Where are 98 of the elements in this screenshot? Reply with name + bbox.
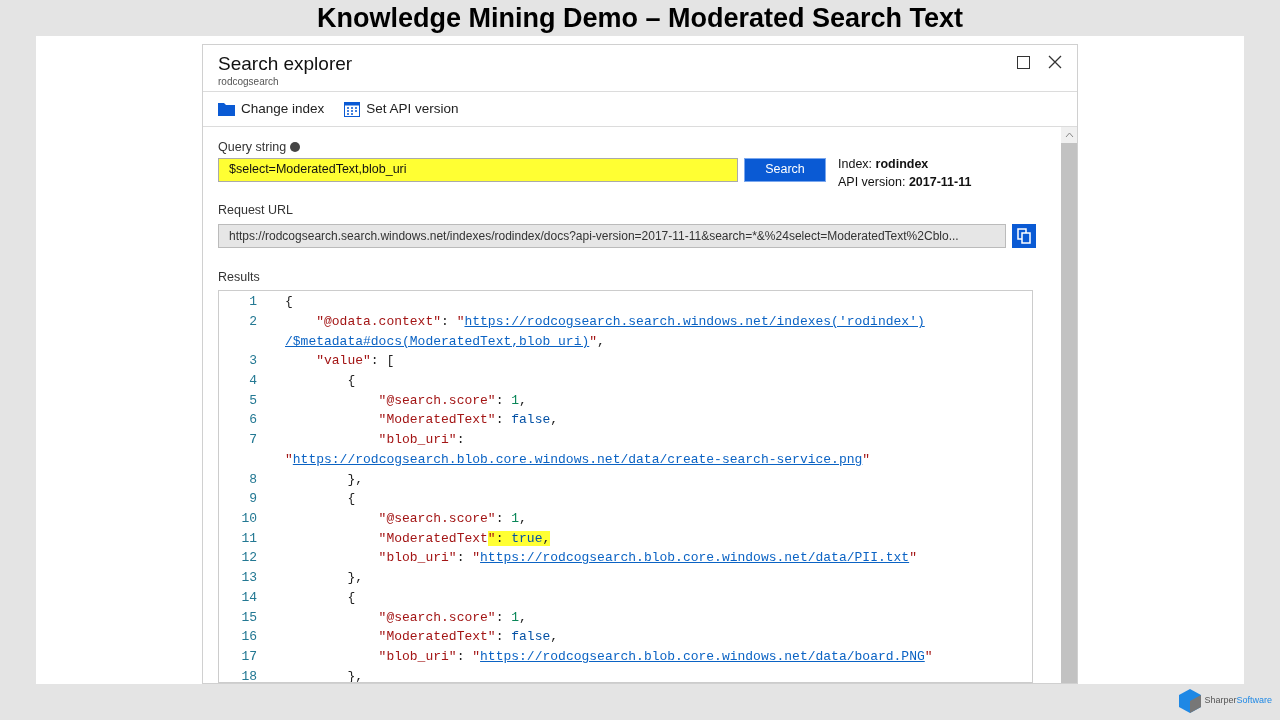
copy-button[interactable] bbox=[1012, 223, 1036, 248]
request-url-label: Request URL bbox=[218, 201, 295, 219]
code-text: : bbox=[495, 609, 505, 625]
code-text: : bbox=[456, 432, 465, 448]
scroll-up-icon[interactable] bbox=[1064, 132, 1074, 138]
brand-text: Sharper bbox=[1204, 694, 1237, 708]
string-quote: " bbox=[909, 550, 917, 566]
slide-title: Knowledge Mining Demo – Moderated Search Text bbox=[316, 1, 964, 35]
string-quote: " bbox=[456, 313, 465, 329]
line-number: 6 bbox=[249, 411, 257, 430]
calendar-icon bbox=[344, 101, 361, 117]
search-button[interactable]: Search bbox=[744, 157, 826, 182]
json-key: "ModeratedText" bbox=[285, 629, 496, 645]
query-string-label: Query string bbox=[218, 139, 287, 156]
line-number: 15 bbox=[241, 608, 257, 627]
code-text: , bbox=[597, 333, 605, 349]
index-info-text: API version: 2017-11-11 bbox=[838, 173, 972, 191]
line-number: 12 bbox=[241, 549, 257, 568]
info-icon bbox=[290, 142, 301, 153]
code-text: { bbox=[346, 491, 356, 507]
number-value: 1 bbox=[511, 511, 520, 526]
boolean-value: false bbox=[511, 629, 551, 645]
toolbar-button[interactable]: Change index bbox=[218, 98, 325, 120]
boolean-value: false bbox=[511, 412, 551, 428]
line-number: 1 bbox=[249, 293, 257, 312]
line-number: 2 bbox=[249, 312, 257, 331]
code-text: : bbox=[441, 313, 450, 329]
json-key: "@search.score" bbox=[285, 511, 496, 526]
json-key: "blob_uri" bbox=[285, 550, 457, 566]
line-number: 9 bbox=[249, 490, 257, 509]
code-text: : bbox=[495, 511, 505, 526]
number-value: 1 bbox=[511, 392, 520, 408]
json-key: "value" bbox=[285, 353, 371, 369]
string-quote: " bbox=[285, 451, 293, 467]
boolean-value: true bbox=[511, 530, 543, 546]
json-key: "blob_uri" bbox=[285, 432, 457, 448]
json-key: " bbox=[487, 530, 496, 546]
line-number: 7 bbox=[249, 431, 257, 450]
line-number: 16 bbox=[241, 628, 257, 647]
code-text: , bbox=[550, 412, 559, 428]
brand-text: Software bbox=[1236, 694, 1272, 708]
line-number: 11 bbox=[241, 529, 257, 548]
index-info-text: Index: rodindex bbox=[838, 155, 930, 173]
json-key: "@search.score" bbox=[285, 392, 496, 408]
code-text: , bbox=[519, 609, 527, 625]
json-key: "blob_uri" bbox=[285, 648, 457, 664]
code-link[interactable]: https://rodcogsearch.blob.core.windows.net/data/create-search-service.png bbox=[292, 451, 863, 467]
code-text: , bbox=[519, 511, 527, 526]
string-quote: " bbox=[472, 550, 481, 566]
code-text: , bbox=[542, 530, 551, 546]
line-number: 8 bbox=[249, 470, 257, 489]
code-text: , bbox=[550, 629, 559, 645]
line-number: 18 bbox=[241, 667, 257, 682]
code-text: : bbox=[456, 648, 466, 664]
json-key: "ModeratedText bbox=[285, 530, 488, 546]
code-text: { bbox=[346, 373, 356, 389]
json-key: "ModeratedText" bbox=[285, 412, 496, 428]
line-number: 5 bbox=[249, 391, 257, 410]
line-number: 3 bbox=[249, 352, 257, 371]
folder-icon bbox=[218, 102, 235, 116]
code-text: : [ bbox=[370, 353, 395, 369]
code-text: { bbox=[285, 294, 293, 310]
panel-title: Search explorer bbox=[218, 52, 353, 76]
json-key: "@search.score" bbox=[285, 609, 496, 625]
request-url-field[interactable]: https://rodcogsearch.search.windows.net/indexes/rodindex/docs?api-version=2017-11-11&search=*&%24select=ModeratedText%2Cblo... bbox=[218, 223, 1006, 248]
code-link[interactable]: https://rodcogsearch.blob.core.windows.net/data/board.PNG bbox=[480, 648, 925, 664]
line-number: 10 bbox=[241, 510, 257, 528]
code-text: , bbox=[519, 392, 527, 408]
code-link[interactable]: https://rodcogsearch.blob.core.windows.net/data/PII.txt bbox=[480, 550, 910, 566]
line-number: 17 bbox=[241, 647, 257, 666]
line-number: 14 bbox=[241, 588, 257, 607]
line-number: 13 bbox=[241, 569, 257, 588]
toolbar-button[interactable]: Set API version bbox=[344, 98, 459, 120]
results-label: Results bbox=[218, 268, 261, 286]
string-quote: " bbox=[862, 451, 871, 467]
close-icon[interactable] bbox=[1048, 55, 1062, 69]
string-quote: " bbox=[924, 648, 933, 664]
code-text: : bbox=[495, 629, 505, 645]
json-key: "@odata.context" bbox=[285, 313, 442, 329]
hexagon-logo-icon bbox=[1178, 688, 1203, 714]
code-text: }, bbox=[346, 570, 363, 586]
copy-icon bbox=[1017, 227, 1031, 244]
maximize-icon[interactable] bbox=[1017, 56, 1030, 69]
code-text: }, bbox=[346, 668, 363, 682]
code-link[interactable]: /$metadata#docs(ModeratedText,blob_uri) bbox=[285, 333, 590, 349]
number-value: 1 bbox=[511, 609, 520, 625]
code-text: }, bbox=[346, 471, 363, 487]
string-quote: " bbox=[589, 333, 598, 349]
code-text: : bbox=[456, 550, 466, 566]
query-input[interactable]: $select=ModeratedText,blob_uri bbox=[218, 157, 738, 182]
code-text: { bbox=[346, 589, 356, 605]
code-link[interactable]: https://rodcogsearch.search.windows.net/indexes('rodindex') bbox=[464, 313, 925, 329]
line-number: 4 bbox=[249, 372, 257, 391]
string-quote: " bbox=[472, 648, 481, 664]
scrollbar[interactable] bbox=[1061, 127, 1077, 683]
code-text: : bbox=[495, 412, 505, 428]
panel-subtitle: rodcogsearch bbox=[218, 76, 280, 88]
code-text: : bbox=[495, 392, 505, 408]
